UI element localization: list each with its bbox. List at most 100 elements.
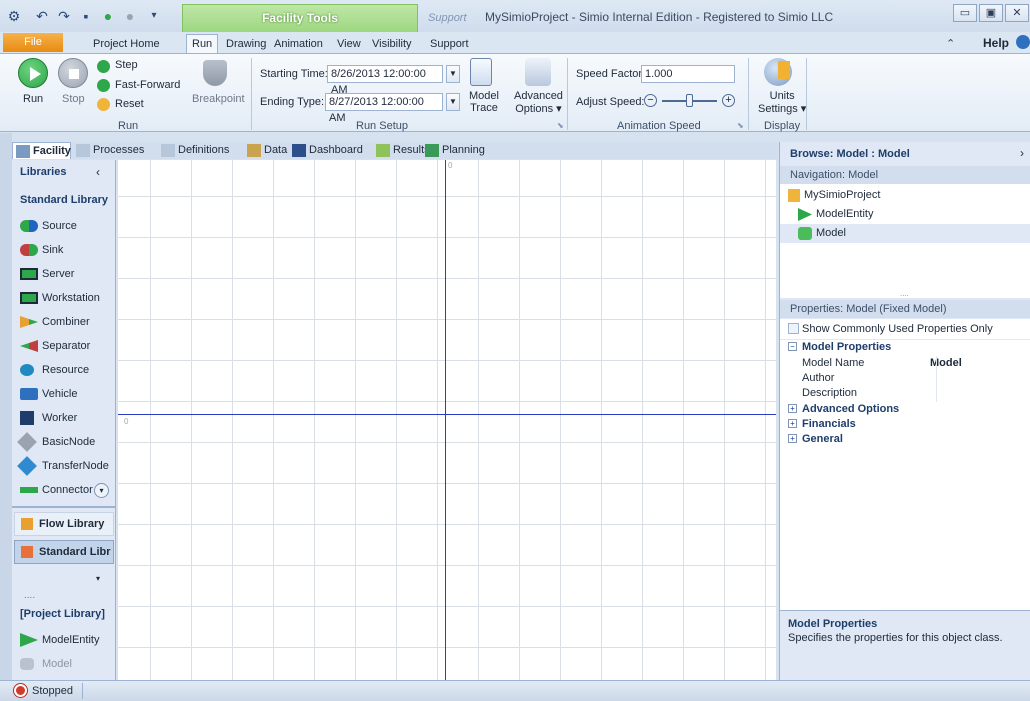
show-common-properties[interactable]: Show Commonly Used Properties Only	[780, 319, 1030, 339]
group-advanced-options[interactable]: + Advanced Options	[780, 402, 1030, 417]
speed-increase-icon[interactable]: +	[722, 94, 735, 107]
stop-quick-icon[interactable]: ●	[122, 8, 138, 24]
redo-icon[interactable]: ↷	[56, 8, 72, 24]
tab-visibility[interactable]: Visibility	[366, 35, 418, 53]
library-item-transfernode[interactable]: TransferNode	[17, 456, 109, 476]
animation-speed-launcher-icon[interactable]: ⬊	[737, 121, 744, 130]
tab-file[interactable]: File	[3, 33, 63, 52]
reset-button[interactable]: Reset	[115, 98, 144, 110]
collapse-group-icon[interactable]: −	[788, 342, 797, 351]
run-setup-launcher-icon[interactable]: ⬊	[557, 121, 564, 130]
basicnode-icon	[17, 432, 37, 452]
reset-icon[interactable]	[97, 98, 110, 111]
library-item-vehicle[interactable]: Vehicle	[20, 384, 77, 404]
library-item-sink[interactable]: Sink	[20, 240, 63, 260]
tab-definitions[interactable]: Definitions	[158, 142, 229, 159]
tab-support[interactable]: Support	[424, 35, 475, 53]
starting-time-input[interactable]: 8/26/2013 12:00:00 AM	[327, 65, 443, 96]
tab-data[interactable]: Data	[244, 142, 287, 159]
speed-slider-thumb[interactable]	[686, 94, 693, 107]
starting-time-dropdown[interactable]: ▼	[446, 65, 460, 83]
library-item-server[interactable]: Server	[20, 264, 74, 284]
tab-drawing[interactable]: Drawing	[220, 35, 272, 53]
more-libraries-icon[interactable]: ▾	[96, 574, 100, 583]
advanced-options-label[interactable]: Advanced Options ▾	[514, 90, 563, 115]
tab-run[interactable]: Run	[186, 34, 219, 54]
project-item-model[interactable]: Model	[20, 654, 72, 674]
splitter-dots[interactable]: ....	[24, 590, 35, 601]
model-trace-icon[interactable]	[470, 58, 492, 86]
facility-canvas[interactable]: 0 0	[118, 160, 776, 680]
standard-library-button[interactable]: Standard Libr	[14, 540, 114, 564]
library-item-basicnode[interactable]: BasicNode	[17, 432, 95, 452]
advanced-options-icon[interactable]	[525, 58, 551, 86]
group-model-properties[interactable]: − Model Properties	[780, 340, 1030, 355]
property-grid: − Model Properties Model Name Model Author…	[780, 340, 1030, 618]
flow-library-button[interactable]: Flow Library	[14, 512, 114, 536]
library-item-combiner[interactable]: Combiner	[20, 312, 90, 332]
maximize-button[interactable]: ▣	[979, 4, 1003, 22]
nav-item-modelentity[interactable]: ModelEntity	[798, 205, 873, 224]
properties-header: Properties: Model (Fixed Model)	[780, 300, 1030, 318]
stop-icon[interactable]	[58, 58, 88, 88]
library-item-separator[interactable]: Separator	[20, 336, 90, 356]
ending-type-input[interactable]: 8/27/2013 12:00:00 AM	[325, 93, 443, 124]
tab-view[interactable]: View	[331, 35, 367, 53]
run-icon[interactable]	[18, 58, 48, 88]
nav-item-model[interactable]: Model	[780, 224, 1030, 243]
collapse-ribbon-icon[interactable]: ⌃	[946, 37, 955, 50]
step-icon[interactable]	[97, 60, 110, 73]
property-row-model-name[interactable]: Model Name Model	[780, 356, 1030, 371]
breakpoint-button-label[interactable]: Breakpoint	[192, 93, 245, 105]
source-icon	[20, 220, 38, 232]
step-button[interactable]: Step	[115, 59, 138, 71]
nav-item-project[interactable]: MySimioProject	[788, 186, 880, 205]
library-item-workstation[interactable]: Workstation	[20, 288, 100, 308]
close-button[interactable]: ✕	[1005, 4, 1029, 22]
speed-decrease-icon[interactable]: −	[644, 94, 657, 107]
tab-dashboard[interactable]: Dashboard	[289, 142, 363, 159]
library-item-source[interactable]: Source	[20, 216, 77, 236]
property-row-author[interactable]: Author	[780, 371, 1030, 386]
expand-library-icon[interactable]: ▾	[94, 483, 109, 498]
customize-icon[interactable]: ▾	[146, 8, 162, 24]
fast-forward-icon[interactable]	[97, 79, 110, 92]
show-common-checkbox[interactable]	[788, 323, 799, 334]
fast-forward-button[interactable]: Fast-Forward	[115, 79, 180, 91]
group-general[interactable]: + General	[780, 432, 1030, 447]
speed-factor-input[interactable]: 1.000	[641, 65, 735, 83]
save-icon[interactable]: ▪	[78, 8, 94, 24]
help-icon[interactable]	[1016, 35, 1030, 49]
tab-processes[interactable]: Processes	[73, 142, 144, 159]
navigation-header: Navigation: Model	[780, 166, 1030, 184]
minimize-button[interactable]: ▭	[953, 4, 977, 22]
model-trace-label[interactable]: Model Trace	[469, 90, 499, 114]
units-settings-label[interactable]: Units Settings ▾	[758, 90, 806, 115]
expand-group-icon[interactable]: +	[788, 419, 797, 428]
library-item-resource[interactable]: Resource	[20, 360, 89, 380]
breakpoint-icon[interactable]	[203, 60, 227, 86]
library-item-worker[interactable]: Worker	[20, 408, 77, 428]
ending-type-dropdown[interactable]: ▼	[446, 93, 460, 111]
library-item-connector[interactable]: Connector	[20, 480, 93, 500]
tab-animation[interactable]: Animation	[268, 35, 329, 53]
units-settings-icon[interactable]	[764, 58, 792, 86]
project-item-modelentity[interactable]: ModelEntity	[20, 630, 99, 650]
tab-planning[interactable]: Planning	[422, 142, 485, 159]
expand-group-icon[interactable]: +	[788, 434, 797, 443]
model-name-value[interactable]: Model	[930, 356, 962, 371]
collapse-libraries-icon[interactable]: ‹	[96, 165, 100, 179]
tab-project-home[interactable]: Project Home	[87, 35, 166, 53]
run-quick-icon[interactable]: ●	[100, 8, 116, 24]
tab-facility[interactable]: Facility	[12, 142, 71, 159]
help-label[interactable]: Help	[983, 36, 1009, 50]
group-financials[interactable]: + Financials	[780, 417, 1030, 432]
splitter-dots[interactable]: ....	[900, 289, 909, 298]
expand-group-icon[interactable]: +	[788, 404, 797, 413]
results-icon	[376, 144, 390, 157]
run-button-label[interactable]: Run	[23, 93, 43, 105]
undo-icon[interactable]: ↶	[34, 8, 50, 24]
expand-browse-icon[interactable]: ›	[1020, 146, 1024, 160]
stop-button-label[interactable]: Stop	[62, 93, 85, 105]
property-row-description[interactable]: Description	[780, 386, 1030, 401]
